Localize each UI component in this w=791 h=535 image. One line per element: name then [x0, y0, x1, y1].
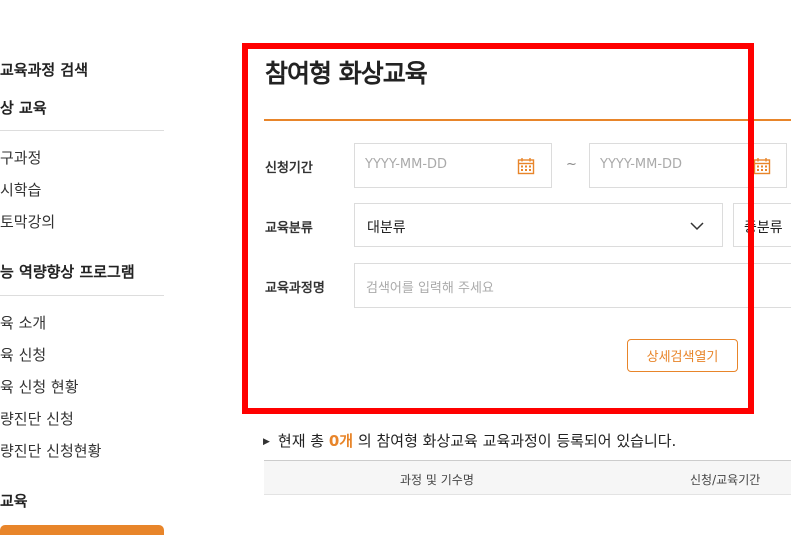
sidebar-item-diagnosis-status[interactable]: 량진단 신청현황 [0, 440, 101, 461]
date-end-placeholder: YYYY-MM-DD [600, 157, 683, 172]
page-title: 참여형 화상교육 [265, 59, 428, 88]
triangle-right-icon: ▶ [263, 437, 270, 447]
course-name-label: 교육과정명 [265, 281, 325, 296]
calendar-icon[interactable] [517, 157, 535, 175]
date-separator: ~ [566, 157, 577, 172]
sidebar-item-short-lecture[interactable]: 토막강의 [0, 211, 55, 232]
column-header-period: 신청/교육기간 [690, 473, 761, 487]
sidebar-item-apply-status[interactable]: 육 신청 현황 [0, 376, 79, 397]
sidebar: 교육과정 검색 상 교육 구과정 시학습 토막강의 능 역량향상 프로그램 육 … [0, 0, 170, 535]
sidebar-item-research-course[interactable]: 구과정 [0, 147, 41, 168]
sidebar-active-item[interactable] [0, 525, 164, 535]
period-label: 신청기간 [265, 161, 313, 176]
sidebar-divider [0, 295, 164, 296]
result-count: 0개 [328, 432, 354, 450]
summary-suffix: 의 참여형 화상교육 교육과정이 등록되어 있습니다. [357, 432, 677, 450]
sidebar-group-competency-program[interactable]: 능 역량향상 프로그램 [0, 261, 135, 282]
date-start-input[interactable]: YYYY-MM-DD [354, 143, 552, 188]
result-summary: ▶ 현재 총 0개 의 참여형 화상교육 교육과정이 등록되어 있습니다. [263, 430, 676, 451]
sidebar-item-diagnosis-apply[interactable]: 량진단 신청 [0, 408, 74, 429]
summary-prefix: 현재 총 [277, 432, 325, 450]
chevron-down-icon [690, 222, 704, 231]
sidebar-group-education[interactable]: 교육 [0, 490, 28, 511]
date-start-placeholder: YYYY-MM-DD [365, 157, 448, 172]
category-label: 교육분류 [265, 221, 313, 236]
course-name-input[interactable]: 검색어를 입력해 주세요 [354, 263, 791, 308]
column-header-course: 과정 및 기수명 [400, 473, 474, 487]
category-major-value: 대분류 [367, 220, 406, 236]
title-underline [264, 119, 791, 121]
sidebar-group-video-education[interactable]: 상 교육 [0, 97, 47, 118]
sidebar-item-education-apply[interactable]: 육 신청 [0, 344, 46, 365]
detail-search-button[interactable]: 상세검색열기 [627, 339, 738, 372]
category-middle-select[interactable]: 중분류 [733, 203, 791, 247]
sidebar-item-course-search[interactable]: 교육과정 검색 [0, 59, 88, 80]
table-header: 과정 및 기수명 신청/교육기간 [264, 460, 791, 495]
calendar-icon[interactable] [753, 157, 771, 175]
category-major-select[interactable]: 대분류 [354, 203, 723, 247]
course-name-placeholder: 검색어를 입력해 주세요 [366, 281, 494, 296]
sidebar-item-education-intro[interactable]: 육 소개 [0, 312, 46, 333]
category-middle-value: 중분류 [744, 220, 783, 236]
sidebar-divider [0, 130, 164, 131]
date-end-input[interactable]: YYYY-MM-DD [589, 143, 787, 188]
sidebar-item-realtime-learning[interactable]: 시학습 [0, 179, 41, 200]
